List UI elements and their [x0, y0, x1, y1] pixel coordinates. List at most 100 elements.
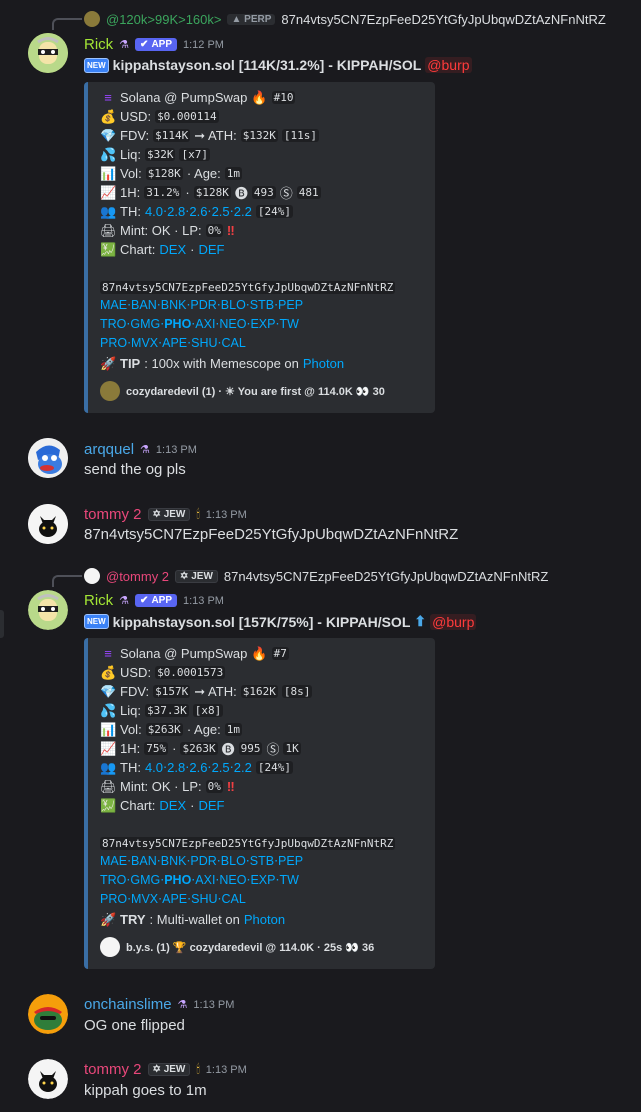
- ath-ago: [11s]: [281, 129, 319, 142]
- tip-text: : Multi-wallet on: [149, 912, 240, 927]
- tip-label: TIP: [120, 356, 141, 371]
- pepe-avatar-icon: [28, 438, 68, 478]
- tool-links-2[interactable]: TRO⋅GMG⋅PHO⋅AXI⋅NEO⋅EXP⋅TW: [100, 316, 425, 335]
- app-badge: ✔ APP: [135, 38, 177, 51]
- tip-row: 🚀 TIP: 100x with Memescope on Photon: [100, 354, 425, 373]
- top-holders-links[interactable]: 4.0⋅2.8⋅2.6⋅2.5⋅2.2: [145, 760, 252, 776]
- tool-links-1[interactable]: MAE⋅BAN⋅BNK⋅PDR⋅BLO⋅STB⋅PEP: [100, 297, 425, 316]
- message-content: OG one flipped: [84, 1017, 185, 1034]
- pho-link[interactable]: PHO: [164, 873, 191, 887]
- tool-links-2[interactable]: TRO⋅GMG⋅PHO⋅AXI⋅NEO⋅EXP⋅TW: [100, 872, 425, 891]
- avatar[interactable]: [28, 504, 68, 544]
- contract-address[interactable]: 87n4vtsy5CN7EzpFeeD25YtGfyJpUbqwDZtAzNFn…: [100, 837, 396, 850]
- links-part[interactable]: ⋅AXI⋅NEO⋅EXP⋅TW: [191, 873, 299, 887]
- dex-link[interactable]: DEX: [159, 242, 186, 257]
- bar-chart-icon: 📊: [100, 165, 117, 181]
- photon-link[interactable]: Photon: [303, 356, 344, 371]
- buy-count: 995: [238, 742, 263, 755]
- wizard-icon: ⚗: [140, 444, 150, 456]
- mention[interactable]: @burp: [425, 57, 472, 73]
- embed-footer: b.y.s. (1) 🏆 cozydaredevil @ 114.0K · 25…: [100, 935, 425, 959]
- separator: ·: [190, 242, 195, 257]
- wizard-icon: ⚗: [177, 999, 188, 1011]
- tip-label: TRY: [120, 912, 146, 927]
- reply-avatar: [84, 11, 100, 27]
- dex-link[interactable]: DEX: [159, 798, 186, 813]
- separator: ·: [172, 741, 177, 756]
- mention[interactable]: @burp: [430, 613, 477, 630]
- links-part[interactable]: TRO⋅GMG⋅: [100, 317, 164, 331]
- contract-address[interactable]: 87n4vtsy5CN7EzpFeeD25YtGfyJpUbqwDZtAzNFn…: [100, 281, 396, 294]
- links-part[interactable]: ⋅AXI⋅NEO⋅EXP⋅TW: [191, 317, 299, 331]
- age-label: · Age:: [186, 166, 221, 181]
- def-link[interactable]: DEF: [198, 242, 224, 257]
- fdv-row: 💎 FDV: $114K ➞ ATH: $132K [11s]: [100, 126, 425, 145]
- footer-avatar: [100, 937, 120, 957]
- avatar[interactable]: [28, 994, 68, 1034]
- avatar[interactable]: [28, 1059, 68, 1099]
- message-content: kippah goes to 1m: [84, 1082, 207, 1099]
- fdv-value: $157K: [153, 685, 191, 698]
- tool-links-3[interactable]: PRO⋅MVX⋅APE⋅SHU⋅CAL: [100, 335, 425, 354]
- liq-multiple: [x8]: [192, 704, 224, 717]
- liq-value: $37.3K: [144, 704, 189, 717]
- timestamp[interactable]: 1:13 PM: [193, 999, 234, 1011]
- username[interactable]: tommy 2: [84, 506, 142, 523]
- token-embed: ≡ Solana @ PumpSwap 🔥 #7 💰 USD: $0.00015…: [84, 638, 435, 969]
- h1-volume: $128K: [193, 186, 231, 199]
- reply-preview[interactable]: @tommy 2 ✡ JEW 87n4vtsy5CN7EzpFeeD25YtGf…: [84, 568, 548, 584]
- avatar[interactable]: [28, 590, 68, 630]
- droplets-icon: 💦: [100, 702, 117, 718]
- reply-preview[interactable]: @120k>99K>160k> ▲ PERP 87n4vtsy5CN7EzpFe…: [84, 11, 606, 27]
- def-link[interactable]: DEF: [198, 798, 224, 813]
- message-header: Rick ⚗ ✔ APP 1:13 PM: [84, 592, 224, 609]
- reply-avatar: [84, 568, 100, 584]
- avatar[interactable]: [28, 438, 68, 478]
- usd-row: 💰 USD: $0.000114: [100, 107, 425, 126]
- tool-links-3[interactable]: PRO⋅MVX⋅APE⋅SHU⋅CAL: [100, 891, 425, 910]
- timestamp[interactable]: 1:13 PM: [156, 444, 197, 456]
- reply-author[interactable]: @tommy 2: [106, 569, 169, 584]
- username[interactable]: Rick: [84, 36, 113, 53]
- sell-icon: Ⓢ: [266, 742, 280, 757]
- fire-icon: 🔥: [251, 89, 268, 105]
- diamond-icon: 💎: [100, 127, 117, 143]
- address-row: 87n4vtsy5CN7EzpFeeD25YtGfyJpUbqwDZtAzNFn…: [100, 278, 425, 297]
- photon-link[interactable]: Photon: [244, 912, 285, 927]
- h1-row: 📈 1H: 75% · $263K 🅑 995 Ⓢ 1K: [100, 739, 425, 758]
- vol-label: Vol:: [120, 722, 142, 737]
- yen-chart-icon: 💹: [100, 797, 117, 813]
- timestamp[interactable]: 1:13 PM: [183, 595, 224, 607]
- printer-icon: 🖨: [100, 778, 117, 794]
- liq-value: $32K: [144, 148, 176, 161]
- timestamp[interactable]: 1:13 PM: [206, 509, 247, 521]
- usd-label: USD:: [120, 109, 152, 124]
- wizard-icon: ⚗: [119, 595, 130, 607]
- address-row: 87n4vtsy5CN7EzpFeeD25YtGfyJpUbqwDZtAzNFn…: [100, 834, 425, 853]
- th-row: 👥 TH: 4.0⋅2.8⋅2.6⋅2.5⋅2.2 [24%]: [100, 758, 425, 777]
- timestamp[interactable]: 1:12 PM: [183, 39, 224, 51]
- h1-pct: 31.2%: [144, 186, 182, 199]
- reply-content: 87n4vtsy5CN7EzpFeeD25YtGfyJpUbqwDZtAzNFn…: [281, 11, 606, 27]
- moneybag-icon: 💰: [100, 664, 117, 680]
- double-exclamation-icon: ‼: [226, 223, 235, 238]
- app-badge: ✔ APP: [135, 594, 177, 607]
- liq-row: 💦 Liq: $32K [x7]: [100, 145, 425, 164]
- username[interactable]: Rick: [84, 592, 113, 609]
- footer-text: cozydaredevil (1) · ☀ You are first @ 11…: [126, 385, 385, 398]
- username[interactable]: arqquel: [84, 441, 134, 458]
- username[interactable]: onchainslime: [84, 996, 172, 1013]
- links-part[interactable]: TRO⋅GMG⋅: [100, 873, 164, 887]
- th-row: 👥 TH: 4.0⋅2.8⋅2.6⋅2.5⋅2.2 [24%]: [100, 202, 425, 221]
- timestamp[interactable]: 1:13 PM: [206, 1064, 247, 1076]
- reply-author[interactable]: @120k>99K>160k>: [106, 12, 221, 27]
- h1-pct: 75%: [144, 742, 169, 755]
- top-holders-links[interactable]: 4.0⋅2.8⋅2.6⋅2.5⋅2.2: [145, 204, 252, 220]
- pho-link[interactable]: PHO: [164, 317, 191, 331]
- avatar[interactable]: [28, 33, 68, 73]
- fdv-label: FDV:: [120, 128, 150, 143]
- embed-source-row: ≡ Solana @ PumpSwap 🔥 #7: [100, 644, 425, 663]
- tool-links-1[interactable]: MAE⋅BAN⋅BNK⋅PDR⋅BLO⋅STB⋅PEP: [100, 853, 425, 872]
- username[interactable]: tommy 2: [84, 1061, 142, 1078]
